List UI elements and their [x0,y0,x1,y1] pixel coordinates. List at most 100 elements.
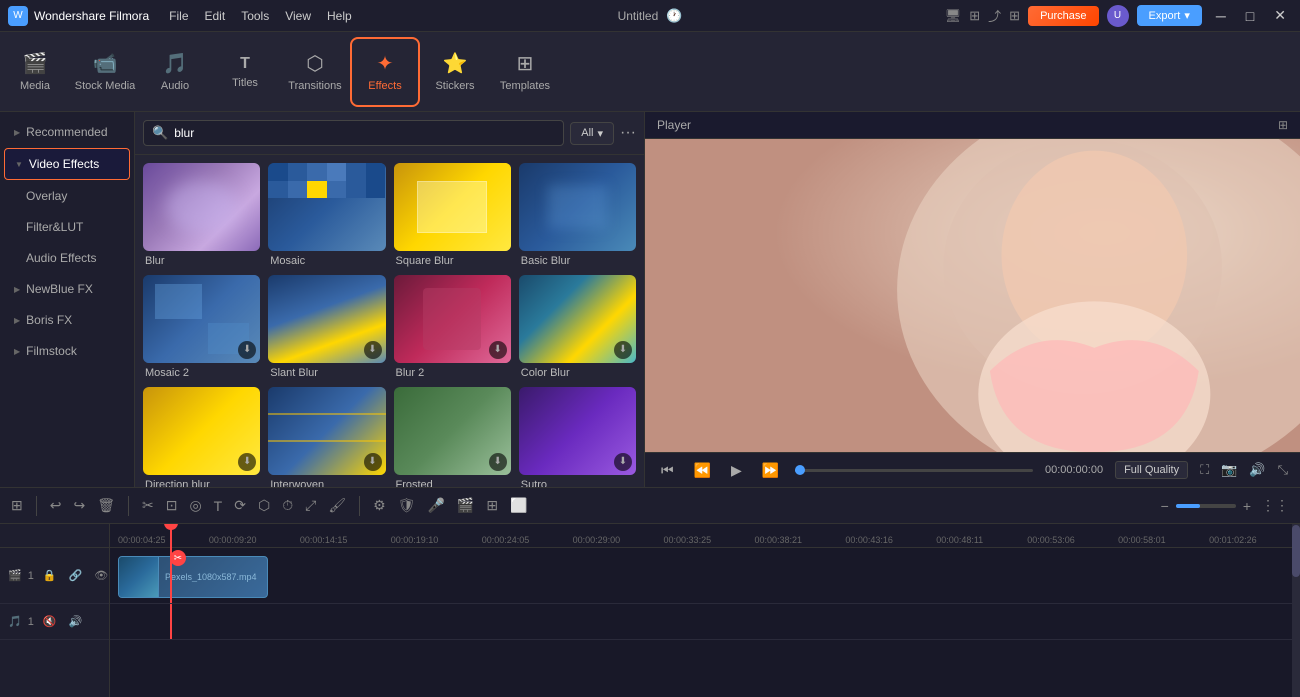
audio-mute-button[interactable]: 🔇 [40,612,60,631]
progress-bar[interactable] [795,469,1033,472]
share-icon: ⤴ [988,6,1001,25]
sidebar-item-filmstock[interactable]: ▶ Filmstock [4,336,130,366]
tl-text-button[interactable]: T [211,495,226,517]
sidebar-item-audio-effects[interactable]: Audio Effects [4,243,130,273]
audio-track [110,604,1300,640]
titlebar: W Wondershare Filmora File Edit Tools Vi… [0,0,1300,32]
menu-view[interactable]: View [285,9,311,23]
volume-button[interactable]: 🔊 [1249,462,1265,478]
sidebar-item-boris-fx[interactable]: ▶ Boris FX [4,305,130,335]
tl-mask-button[interactable]: ◎ [186,494,204,517]
toolbar-audio[interactable]: 🎵 Audio [140,37,210,107]
effect-blur-thumb [143,163,260,251]
effect-slant-blur[interactable]: ⬇ Slant Blur [268,275,385,379]
tl-layout-button[interactable]: ⊞ [8,494,26,517]
tl-redo-button[interactable]: ↪ [70,494,88,517]
tl-settings-button[interactable]: ⚙ [370,494,389,517]
tl-zoom-in-button[interactable]: + [1240,495,1254,517]
play-button[interactable]: ▶ [727,460,746,481]
crop-button[interactable]: ⤡ [1278,462,1288,478]
tl-fit-button[interactable]: ⤢ [302,494,319,517]
title-center: Untitled 🕐 [618,8,683,24]
stickers-icon: ⭐ [443,51,468,76]
logo-icon: W [8,6,28,26]
effect-slant-blur-thumb: ⬇ [268,275,385,363]
export-button[interactable]: Export ▾ [1137,5,1202,26]
toolbar-media-label: Media [20,80,50,92]
sidebar-item-overlay[interactable]: Overlay [4,181,130,211]
timeline-scrollbar[interactable] [1292,524,1300,697]
toolbar-effects[interactable]: ✦ Effects [350,37,420,107]
effect-basic-blur[interactable]: Basic Blur [519,163,636,267]
audio-volume-button[interactable]: 🔊 [66,612,86,631]
sidebar-item-newblue-fx[interactable]: ▶ NewBlue FX [4,274,130,304]
skip-forward-button[interactable]: ⏩ [758,460,783,481]
effect-color-blur-label: Color Blur [519,367,636,379]
rewind-button[interactable]: ⏮ [657,460,678,481]
tl-reverse-button[interactable]: ⟳ [231,494,249,517]
sidebar-item-video-effects[interactable]: ▼ Video Effects [4,148,130,180]
tl-crop-button[interactable]: ⊡ [163,494,181,517]
maximize-button[interactable]: □ [1240,6,1260,26]
tl-zoom-out-button[interactable]: − [1158,495,1172,517]
tl-more-button[interactable]: ⋮⋮ [1258,494,1292,517]
effect-sutro[interactable]: ⬇ Sutro [519,387,636,487]
effect-interwoven[interactable]: ⬇ Interwoven [268,387,385,487]
sidebar-recommended-label: Recommended [26,125,107,139]
purchase-button[interactable]: Purchase [1028,6,1098,26]
filter-button[interactable]: All ▾ [570,122,614,145]
effect-blur[interactable]: Blur [143,163,260,267]
sidebar-item-filter-lut[interactable]: Filter&LUT [4,212,130,242]
snapshot-button[interactable]: 📷 [1221,462,1237,478]
menu-tools[interactable]: Tools [241,9,269,23]
track-visible-button[interactable]: 👁 [91,566,111,585]
toolbar-media[interactable]: 🎬 Media [0,37,70,107]
toolbar-transitions[interactable]: ⬡ Transitions [280,37,350,107]
minimize-button[interactable]: ─ [1210,6,1232,26]
fullscreen-button[interactable]: ⛶ [1200,462,1209,478]
effect-mosaic-2[interactable]: ⬇ Mosaic 2 [143,275,260,379]
effect-square-blur[interactable]: Square Blur [394,163,511,267]
skip-back-button[interactable]: ⏪ [690,460,715,481]
search-input-wrap[interactable]: 🔍 [143,120,564,146]
timeline-scrollthumb[interactable] [1292,525,1300,577]
player-settings-icon[interactable]: ⊞ [1278,118,1288,132]
tl-pip-button[interactable]: ⬜ [507,494,530,517]
menu-help[interactable]: Help [327,9,352,23]
tl-split-button[interactable]: ✂ [139,494,157,517]
tl-zoom-slider[interactable] [1176,504,1236,508]
effect-direction-blur-thumb: ⬇ [143,387,260,475]
effect-mosaic-label: Mosaic [268,255,385,267]
effect-blur-2[interactable]: ⬇ Blur 2 [394,275,511,379]
user-avatar[interactable]: U [1107,5,1129,27]
effect-frosted[interactable]: ⬇ Frosted [394,387,511,487]
tl-transition-button[interactable]: ⬡ [255,494,273,517]
tl-undo-button[interactable]: ↩ [47,494,65,517]
tl-protect-button[interactable]: 🛡 [395,494,419,517]
tl-effects-button[interactable]: 🎬 [454,494,477,517]
tl-multi-button[interactable]: ⊞ [483,494,501,517]
quality-button[interactable]: Full Quality [1115,461,1188,479]
search-input[interactable] [174,126,555,140]
tl-delete-button[interactable]: 🗑 [94,494,118,517]
menu-file[interactable]: File [169,9,188,23]
menu-edit[interactable]: Edit [205,9,226,23]
toolbar-templates[interactable]: ⊞ Templates [490,37,560,107]
toolbar-stock-media[interactable]: 📹 Stock Media [70,37,140,107]
effect-mosaic[interactable]: Mosaic [268,163,385,267]
close-button[interactable]: ✕ [1268,5,1292,26]
effect-color-blur[interactable]: ⬇ Color Blur [519,275,636,379]
tl-duration-button[interactable]: ⏱ [279,494,296,517]
track-link-button[interactable]: 🔗 [66,566,86,585]
toolbar-stickers[interactable]: ⭐ Stickers [420,37,490,107]
tl-mic-button[interactable]: 🎤 [424,494,447,517]
video-clip[interactable]: Pexels_1080x587.mp4 [118,556,268,598]
toolbar-titles[interactable]: T Titles [210,37,280,107]
sidebar-overlay-label: Overlay [26,189,67,203]
sidebar-item-recommended[interactable]: ▶ Recommended [4,117,130,147]
more-options-button[interactable]: ··· [620,124,636,142]
effect-direction-blur[interactable]: ⬇ Direction blur [143,387,260,487]
track-lock-button[interactable]: 🔒 [40,566,60,585]
tl-paint-button[interactable]: 🖌 [325,494,349,517]
search-bar: 🔍 All ▾ ··· [135,112,644,155]
